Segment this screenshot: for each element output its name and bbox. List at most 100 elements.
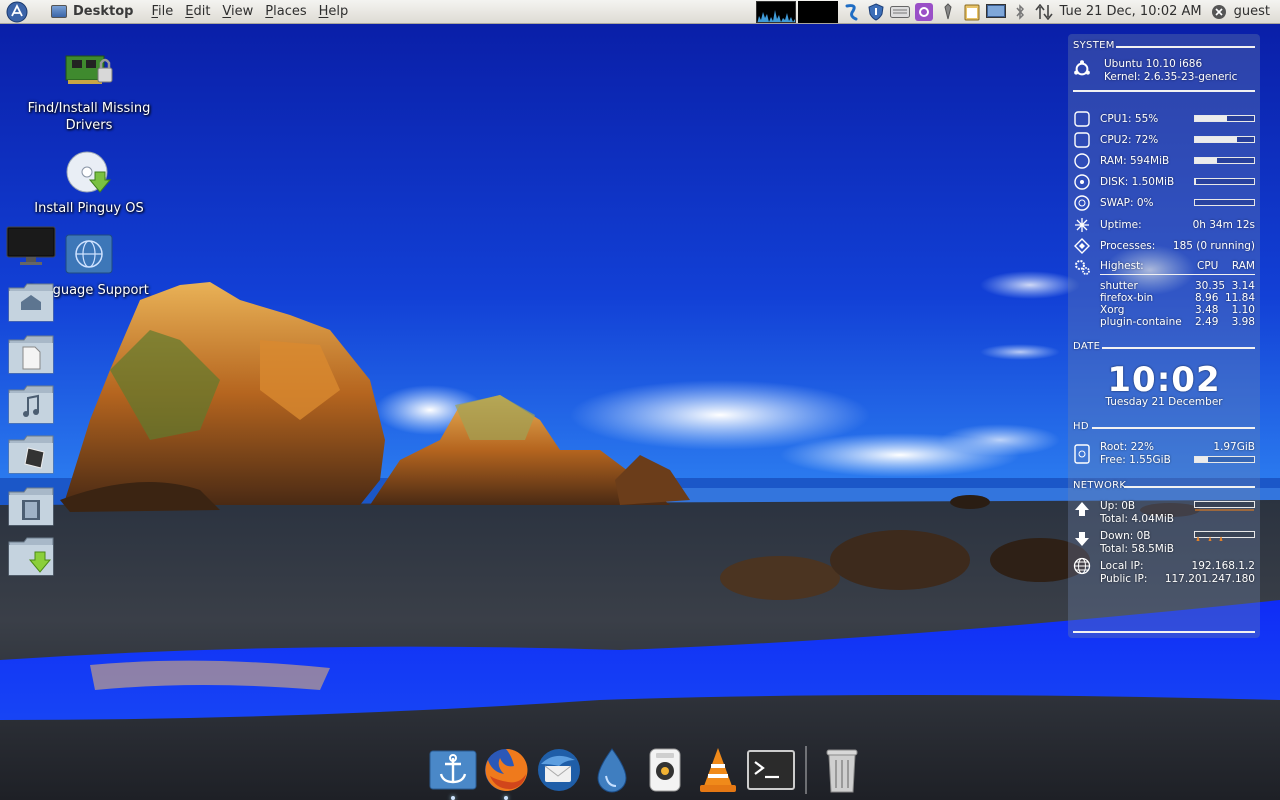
highest-label: Highest: — [1100, 260, 1144, 272]
processes-value: 185 (0 running) — [1172, 240, 1255, 252]
menu-view[interactable]: View — [216, 4, 259, 19]
hd-heading: HD — [1073, 421, 1089, 432]
uptime-row: Uptime: 0h 34m 12s — [1100, 219, 1255, 231]
desktop-icon-label: Find/Install Missing Drivers — [27, 101, 151, 133]
download-arrow-icon — [1073, 530, 1091, 548]
monitor-icon[interactable] — [6, 226, 56, 268]
divider — [1124, 486, 1255, 488]
local-ip-label: Local IP: — [1100, 560, 1144, 572]
firefox-icon[interactable] — [480, 744, 532, 800]
desktop-icon-install-os[interactable]: Install Pinguy OS — [14, 146, 164, 217]
documents-folder-icon[interactable] — [8, 334, 54, 374]
bottom-dock — [426, 740, 868, 800]
network-arrows-icon[interactable] — [1034, 2, 1054, 22]
trash-icon[interactable] — [816, 744, 868, 796]
user-name: guest — [1233, 4, 1270, 19]
keyboard-icon[interactable] — [889, 2, 910, 22]
process-name: Xorg — [1100, 304, 1125, 316]
settings-icon[interactable] — [914, 2, 934, 22]
desktop-icon-find-drivers[interactable]: Find/Install Missing Drivers — [14, 46, 164, 134]
ram-icon — [1073, 152, 1091, 170]
downloads-folder-icon[interactable] — [8, 536, 54, 576]
disk-icon — [1073, 173, 1091, 191]
display-icon[interactable] — [985, 2, 1006, 22]
shield-icon[interactable] — [866, 2, 886, 22]
music-folder-icon[interactable] — [8, 384, 54, 424]
conky-date: Tuesday 21 December — [1105, 396, 1223, 408]
language-globe-icon — [63, 228, 115, 280]
bluetooth-icon[interactable] — [1010, 2, 1030, 22]
upload-graph — [1194, 501, 1255, 511]
date-heading: DATE — [1073, 341, 1101, 352]
divider — [1100, 274, 1255, 275]
conky-system-monitor: SYSTEM Ubuntu 10.10 i686 Kernel: 2.6.35-… — [1068, 34, 1260, 638]
processes-label: Processes: — [1100, 240, 1156, 252]
panel-clock[interactable]: Tue 21 Dec, 10:02 AM — [1060, 4, 1202, 19]
deluge-icon[interactable] — [586, 744, 638, 796]
divider — [1092, 427, 1255, 429]
process-ram: 3.14 — [1231, 280, 1255, 292]
hd-free: Free: 1.55GiB — [1100, 454, 1171, 466]
terminal-icon[interactable] — [745, 744, 797, 796]
process-row: Xorg 3.48 1.10 — [1100, 304, 1255, 316]
network-monitor-icon[interactable] — [755, 0, 796, 23]
thunderbird-icon[interactable] — [533, 744, 585, 796]
os-version: Ubuntu 10.10 i686 — [1104, 58, 1203, 70]
uptime-label: Uptime: — [1100, 219, 1142, 231]
pen-icon[interactable] — [938, 2, 958, 22]
processes-row: Processes: 185 (0 running) — [1100, 240, 1255, 252]
divider — [1073, 90, 1255, 92]
user-menu[interactable]: guest — [1210, 4, 1270, 20]
window-title-text: Desktop — [73, 4, 134, 19]
driver-card-icon — [63, 46, 115, 98]
cpu1-label: CPU1: 55% — [1100, 113, 1159, 125]
divider — [1116, 46, 1255, 48]
net-up: Up: 0B — [1100, 500, 1136, 512]
swap-icon — [1073, 194, 1091, 212]
hd-root: Root: 22% — [1100, 441, 1155, 453]
kernel-version: Kernel: 2.6.35-23-generic — [1104, 71, 1238, 83]
process-values: 3.48 1.10 — [1195, 304, 1255, 316]
process-row: shutter 30.35 3.14 — [1100, 280, 1255, 292]
dock-separator — [805, 746, 807, 794]
process-cpu: 8.96 — [1195, 292, 1219, 304]
top-panel: Desktop File Edit View Places Help Tue 2… — [0, 0, 1280, 24]
menu-file[interactable]: File — [145, 4, 179, 19]
videos-folder-icon[interactable] — [8, 486, 54, 526]
main-menu-icon[interactable] — [5, 1, 29, 23]
vlc-icon[interactable] — [692, 744, 744, 796]
menu-bar: File Edit View Places Help — [145, 4, 354, 19]
col-cpu: CPU — [1197, 260, 1219, 272]
menu-places[interactable]: Places — [259, 4, 312, 19]
music-player-icon[interactable] — [639, 744, 691, 796]
active-window-title[interactable]: Desktop — [51, 4, 133, 19]
harddisk-icon — [1073, 444, 1091, 464]
cpu-monitor-icon[interactable] — [797, 0, 838, 23]
swap-bar — [1194, 199, 1255, 206]
local-ip-value: 192.168.1.2 — [1191, 560, 1255, 572]
download-graph — [1194, 531, 1255, 542]
menu-help[interactable]: Help — [313, 4, 355, 19]
running-indicator — [503, 796, 508, 800]
disk-bar — [1194, 178, 1255, 185]
cpu2-bar — [1194, 136, 1255, 143]
upload-arrow-icon — [1073, 500, 1091, 518]
pictures-folder-icon[interactable] — [8, 434, 54, 474]
home-folder-icon[interactable] — [8, 282, 54, 322]
process-row: firefox-bin 8.96 11.84 — [1100, 292, 1255, 304]
docky-anchor-icon[interactable] — [427, 744, 479, 800]
clipboard-icon[interactable] — [962, 2, 982, 22]
cpu2-label: CPU2: 72% — [1100, 134, 1159, 146]
divider — [1073, 631, 1255, 633]
running-indicator — [450, 796, 455, 800]
highest-columns: CPU RAM — [1197, 260, 1255, 272]
desktop-icon-label: Install Pinguy OS — [34, 201, 144, 216]
ram-label: RAM: 594MiB — [1100, 155, 1170, 167]
swap-label: SWAP: 0% — [1100, 197, 1154, 209]
public-ip-row: Public IP: 117.201.247.180 — [1100, 573, 1255, 585]
disk-label: DISK: 1.50MiB — [1100, 176, 1175, 188]
dropbox-icon[interactable] — [842, 2, 862, 22]
process-values: 8.96 11.84 — [1195, 292, 1255, 304]
menu-edit[interactable]: Edit — [179, 4, 216, 19]
process-name: firefox-bin — [1100, 292, 1154, 304]
